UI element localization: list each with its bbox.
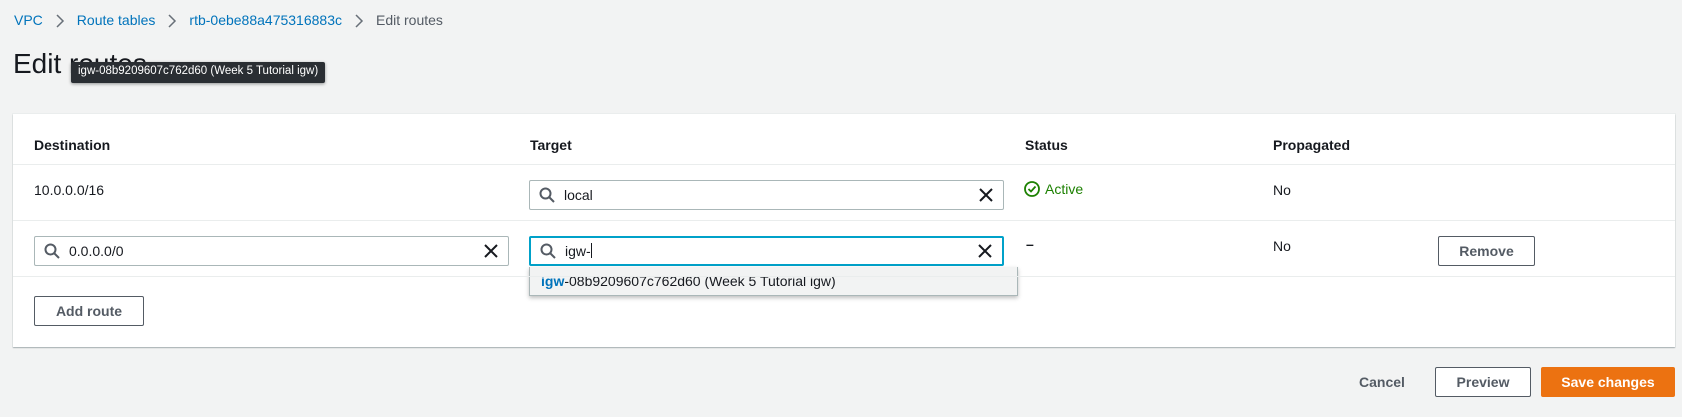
text-caret <box>590 243 592 258</box>
target-tooltip: igw-08b9209607c762d60 (Week 5 Tutorial i… <box>71 62 326 83</box>
breadcrumb-route-tables[interactable]: Route tables <box>77 12 156 28</box>
row-divider <box>13 220 1675 221</box>
target-input-value[interactable]: igw- <box>565 243 968 259</box>
status-value: – <box>1026 236 1034 252</box>
check-circle-icon <box>1024 181 1040 197</box>
search-icon <box>35 243 69 259</box>
propagated-value: No <box>1273 182 1291 198</box>
close-icon[interactable] <box>474 244 508 258</box>
breadcrumb-route-table-id[interactable]: rtb-0ebe88a475316883c <box>189 12 342 28</box>
chevron-right-icon <box>155 12 189 28</box>
propagated-value: No <box>1273 238 1291 254</box>
status-badge: Active <box>1024 181 1083 197</box>
routes-panel: Destination Target Status Propagated 10.… <box>13 114 1675 347</box>
close-icon[interactable] <box>969 188 1003 202</box>
breadcrumb-vpc[interactable]: VPC <box>14 12 43 28</box>
chevron-right-icon <box>342 12 376 28</box>
row-divider <box>13 164 1675 165</box>
search-icon <box>531 243 565 259</box>
preview-button[interactable]: Preview <box>1435 367 1531 397</box>
column-header-destination: Destination <box>34 137 111 153</box>
close-icon[interactable] <box>968 244 1002 258</box>
destination-input[interactable]: 0.0.0.0/0 <box>34 236 509 266</box>
breadcrumb: VPC Route tables rtb-0ebe88a475316883c E… <box>14 10 443 30</box>
column-header-propagated: Propagated <box>1273 137 1351 153</box>
add-route-button[interactable]: Add route <box>34 296 144 326</box>
row-divider <box>13 276 1675 277</box>
search-icon <box>530 187 564 203</box>
target-suggestion-option[interactable]: igw -08b9209607c762d60 (Week 5 Tutorial i… <box>529 267 1018 296</box>
save-changes-button[interactable]: Save changes <box>1541 367 1675 397</box>
column-header-status: Status <box>1025 137 1068 153</box>
destination-input-value[interactable]: 0.0.0.0/0 <box>69 243 474 259</box>
status-text: Active <box>1045 181 1084 197</box>
cancel-button[interactable]: Cancel <box>1359 374 1405 390</box>
chevron-right-icon <box>43 12 77 28</box>
typed-text: igw- <box>565 243 591 259</box>
column-header-target: Target <box>530 137 572 153</box>
breadcrumb-current: Edit routes <box>375 12 443 28</box>
target-input[interactable]: igw- <box>529 236 1004 266</box>
destination-value: 10.0.0.0/16 <box>34 182 105 198</box>
target-input[interactable]: local <box>529 180 1004 210</box>
remove-route-button[interactable]: Remove <box>1438 236 1535 266</box>
target-input-value[interactable]: local <box>564 187 969 203</box>
